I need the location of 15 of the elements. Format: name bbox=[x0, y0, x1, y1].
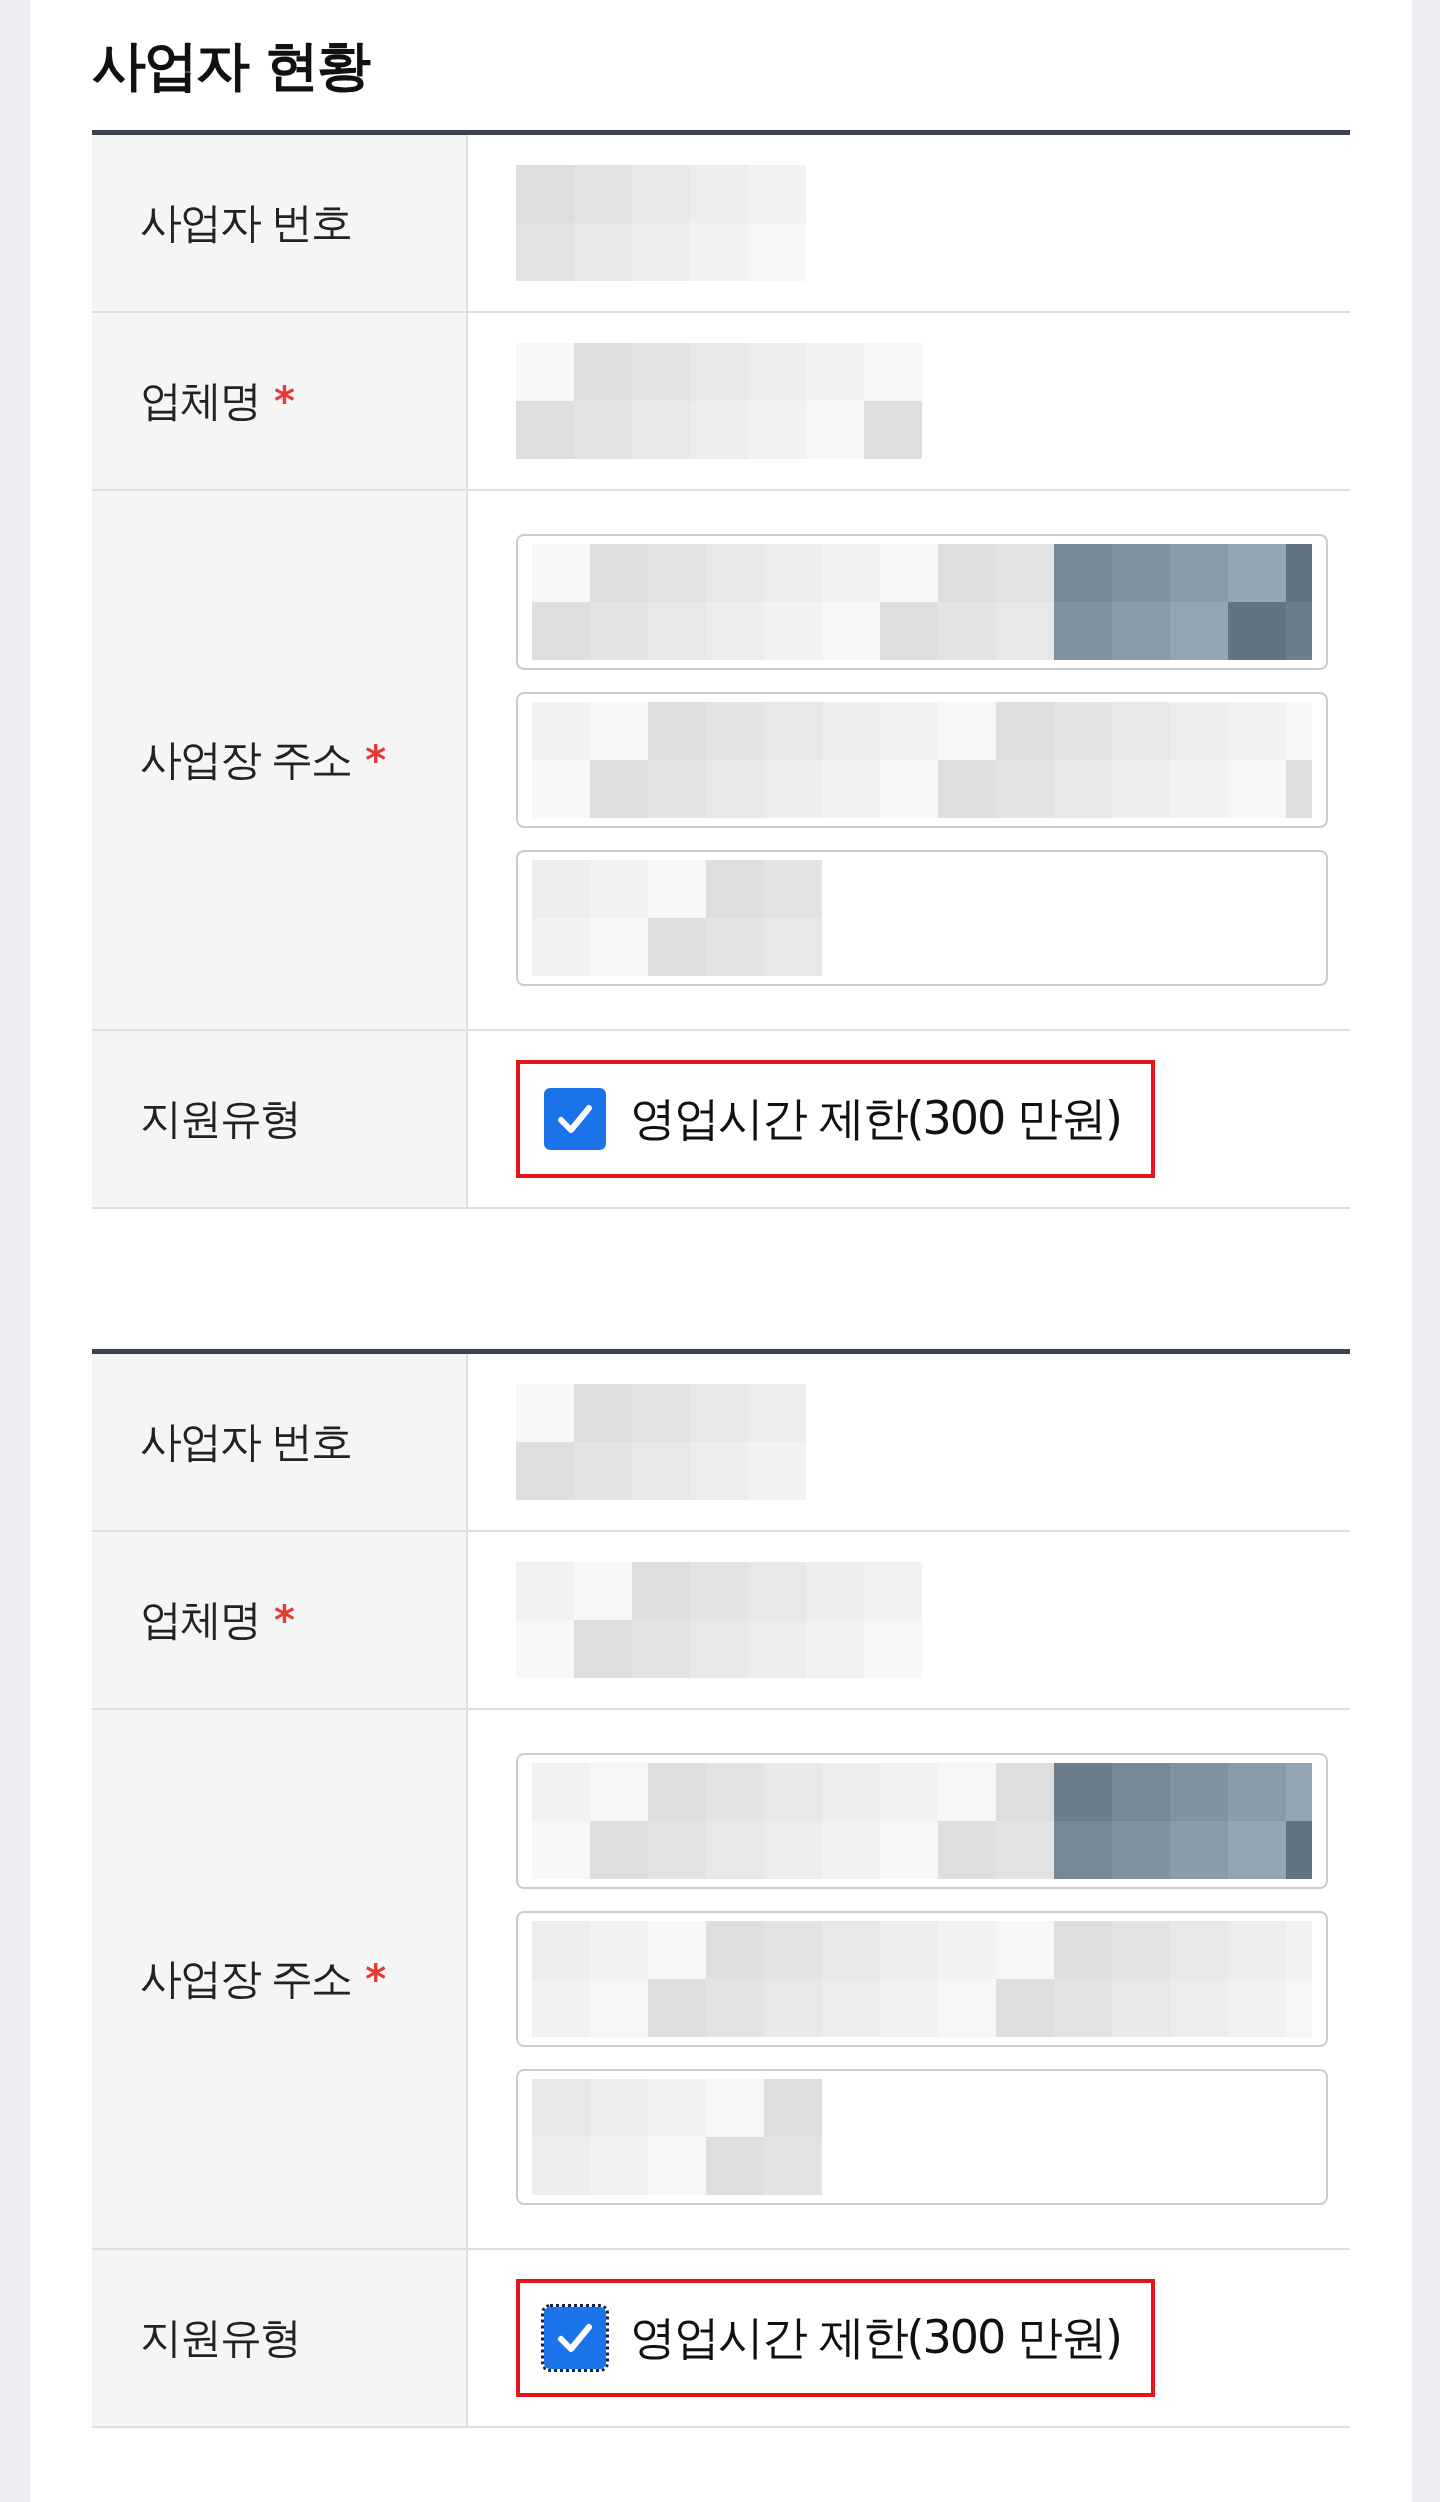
field-label: 업체명 bbox=[140, 375, 260, 427]
required-mark: * bbox=[274, 1597, 295, 1643]
field-label: 사업자 번호 bbox=[140, 197, 352, 249]
field-label: 지원유형 bbox=[140, 2312, 300, 2364]
required-mark: * bbox=[365, 1956, 387, 2002]
field-label: 사업장 주소 bbox=[140, 734, 352, 786]
field-label: 사업자 번호 bbox=[140, 1416, 352, 1468]
checkbox-label[interactable]: 영업시간 제한(300 만원) bbox=[630, 1088, 1121, 1150]
field-label: 사업장 주소 bbox=[140, 1953, 352, 2005]
section-title: 사업자 현황 bbox=[92, 33, 371, 99]
checkbox-label[interactable]: 영업시간 제한(300 만원) bbox=[630, 2307, 1121, 2369]
field-label: 지원유형 bbox=[140, 1093, 300, 1145]
required-mark: * bbox=[274, 378, 295, 424]
field-label: 업체명 bbox=[140, 1594, 260, 1646]
required-mark: * bbox=[365, 737, 387, 783]
